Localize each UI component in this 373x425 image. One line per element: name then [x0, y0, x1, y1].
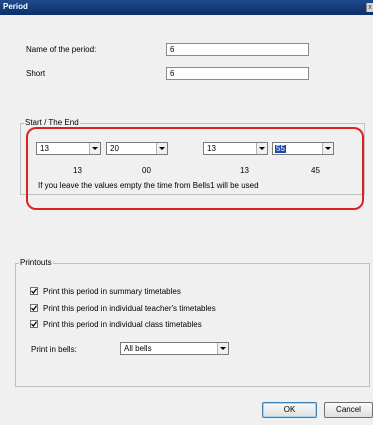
start-hint-minute: 00 — [142, 166, 151, 175]
check-icon — [31, 321, 37, 327]
empty-values-note: If you leave the values empty the time f… — [38, 181, 259, 190]
start-minute-value: 20 — [110, 144, 119, 153]
class-checkbox[interactable] — [30, 320, 38, 328]
printouts-legend: Printouts — [19, 258, 53, 267]
check-icon — [31, 288, 37, 294]
short-field[interactable]: 6 — [166, 67, 309, 80]
short-field-value: 6 — [170, 69, 175, 78]
check-icon — [31, 305, 37, 311]
name-field-value: 6 — [170, 45, 175, 54]
teacher-checkbox[interactable] — [30, 304, 38, 312]
print-in-bells-value: All bells — [124, 344, 152, 353]
start-hint-hour: 13 — [73, 166, 82, 175]
chevron-down-icon[interactable] — [256, 143, 267, 154]
cancel-button[interactable]: Cancel — [324, 402, 373, 418]
teacher-option-label: Print this period in individual teacher'… — [43, 304, 216, 313]
print-in-bells-label: Print in bells: — [31, 345, 77, 354]
chevron-down-icon[interactable] — [156, 143, 167, 154]
name-field[interactable]: 6 — [166, 43, 309, 56]
class-option-label: Print this period in individual class ti… — [43, 320, 202, 329]
end-hint-hour: 13 — [240, 166, 249, 175]
chevron-down-icon[interactable] — [322, 143, 333, 154]
end-hour-select[interactable]: 13 — [203, 142, 268, 155]
start-hour-value: 13 — [40, 144, 49, 153]
end-hour-value: 13 — [207, 144, 216, 153]
end-minute-value: 55 — [275, 144, 286, 153]
name-label: Name of the period: — [26, 45, 97, 54]
chevron-down-icon[interactable] — [89, 143, 100, 154]
end-hint-minute: 45 — [311, 166, 320, 175]
end-minute-select[interactable]: 55 — [272, 142, 334, 155]
print-in-bells-select[interactable]: All bells — [120, 342, 229, 355]
close-icon[interactable]: x — [366, 3, 373, 12]
start-minute-select[interactable]: 20 — [106, 142, 168, 155]
window-title: Period — [3, 2, 28, 11]
start-hour-select[interactable]: 13 — [36, 142, 101, 155]
summary-checkbox[interactable] — [30, 287, 38, 295]
summary-option-label: Print this period in summary timetables — [43, 287, 181, 296]
start-end-legend: Start / The End — [24, 118, 80, 127]
short-label: Short — [26, 69, 46, 78]
ok-button[interactable]: OK — [262, 402, 317, 418]
chevron-down-icon[interactable] — [217, 343, 228, 354]
title-bar: Period x — [0, 0, 373, 15]
